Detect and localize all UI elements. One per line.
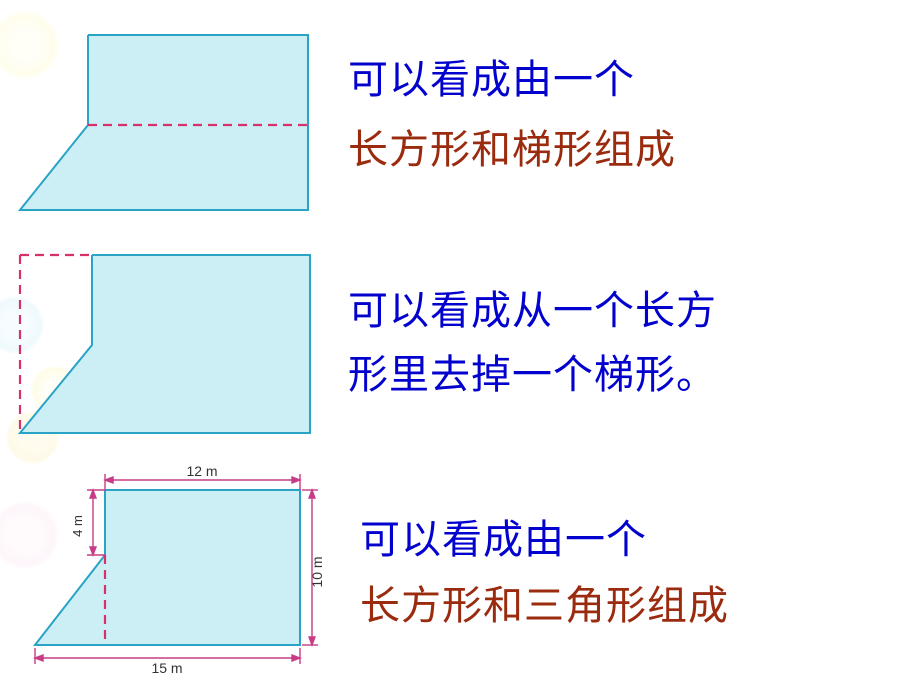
row2-line1: 可以看成从一个长方 (348, 284, 920, 338)
diagram-1 (0, 10, 340, 220)
row3-text: 可以看成由一个 长方形和三角形组成 (360, 513, 920, 633)
diagram-2 (0, 235, 340, 450)
row3-line1: 可以看成由一个 (360, 513, 920, 567)
dim-bottom-label: 15 m (151, 660, 182, 676)
row3-line2: 长方形和三角形组成 (360, 579, 920, 633)
row1-line1: 可以看成由一个 (348, 53, 920, 107)
diagram-3: 12 m 10 m 15 m (0, 460, 360, 685)
row1-line2: 长方形和梯形组成 (348, 123, 920, 177)
dim-right-label: 10 m (309, 556, 325, 587)
row2-text: 可以看成从一个长方 形里去掉一个梯形。 (348, 284, 920, 402)
row2-line2: 形里去掉一个梯形。 (348, 348, 920, 402)
row1-text: 可以看成由一个 长方形和梯形组成 (348, 53, 920, 177)
dim-top-label: 12 m (186, 463, 217, 479)
dim-left-label: 4 m (70, 515, 85, 537)
